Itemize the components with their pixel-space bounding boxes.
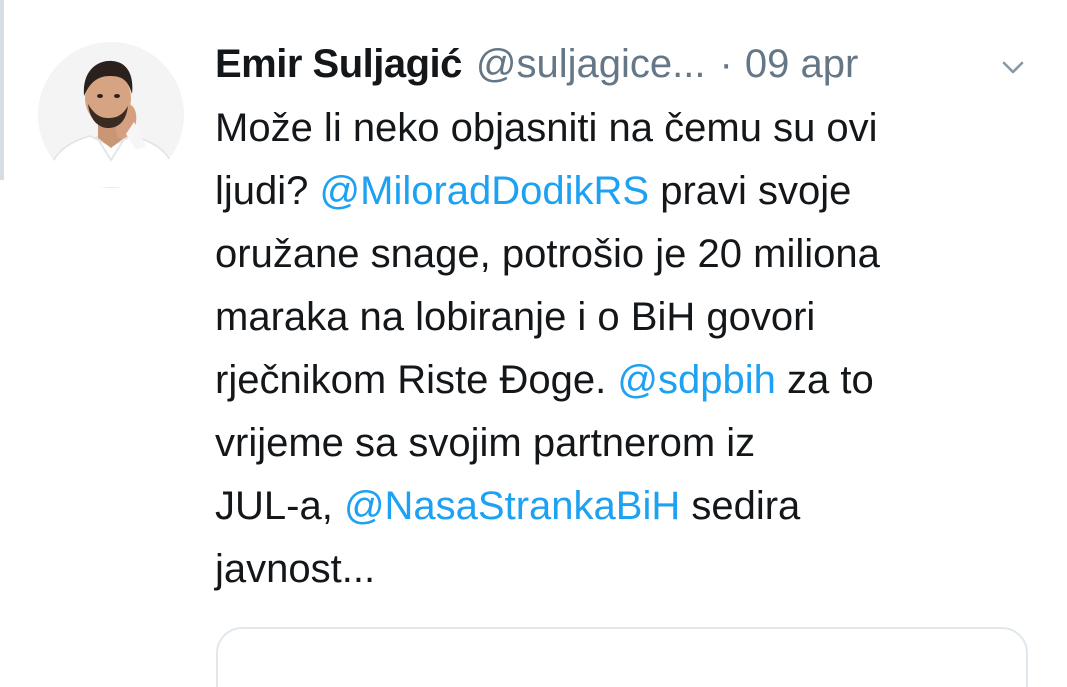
avatar[interactable]	[38, 42, 184, 188]
mention-link[interactable]: @NasaStrankaBiH	[344, 484, 680, 528]
mention-link[interactable]: @MiloradDodikRS	[320, 169, 650, 213]
display-name[interactable]: Emir Suljagić	[215, 36, 462, 92]
tweet-text-segment: maraka na lobiranje i o BiH govori	[215, 295, 816, 339]
embedded-card[interactable]	[216, 627, 1028, 687]
tweet-text-line: maraka na lobiranje i o BiH govori	[215, 286, 1055, 349]
tweet-text-line: Može li neko objasniti na čemu su ovi	[215, 97, 1055, 160]
tweet-text-line: vrijeme sa svojim partnerom iz	[215, 412, 1055, 475]
tweet-text-line: JUL-a, @NasaStrankaBiH sedira	[215, 475, 1055, 538]
tweet-text-segment: oružane snage, potrošio je 20 miliona	[215, 232, 880, 276]
separator-dot: ·	[719, 42, 733, 86]
tweet-text-segment: pravi svoje	[649, 169, 852, 213]
tweet-text-segment: rječnikom Riste Đoge.	[215, 358, 618, 402]
chevron-down-icon[interactable]	[996, 50, 1030, 84]
mention-link[interactable]: @sdpbih	[617, 358, 775, 402]
tweet-text-segment: ljudi?	[215, 169, 320, 213]
tweet[interactable]: Emir Suljagić @suljagice... · 09 apr Mož…	[0, 0, 1067, 687]
tweet-date[interactable]: 09 apr	[745, 36, 858, 92]
tweet-text-segment: Može li neko objasniti na čemu su ovi	[215, 106, 878, 150]
profile-photo-icon	[38, 42, 184, 188]
user-handle[interactable]: @suljagice...	[476, 36, 706, 92]
tweet-text-segment: JUL-a,	[215, 484, 344, 528]
tweet-text-line: javnost...	[215, 538, 1055, 601]
left-divider	[0, 0, 4, 180]
tweet-text-line: oružane snage, potrošio je 20 miliona	[215, 223, 1055, 286]
tweet-text-segment: za to	[775, 358, 874, 402]
tweet-header: Emir Suljagić @suljagice... · 09 apr	[215, 36, 858, 92]
tweet-text-segment: sedira	[680, 484, 801, 528]
tweet-text-segment: javnost...	[215, 547, 376, 591]
tweet-text-segment: vrijeme sa svojim partnerom iz	[215, 421, 756, 465]
tweet-text: Može li neko objasniti na čemu su ovi lju…	[215, 97, 1055, 601]
tweet-text-line: ljudi? @MiloradDodikRS pravi svoje	[215, 160, 1055, 223]
tweet-text-line: rječnikom Riste Đoge. @sdpbih za to	[215, 349, 1055, 412]
